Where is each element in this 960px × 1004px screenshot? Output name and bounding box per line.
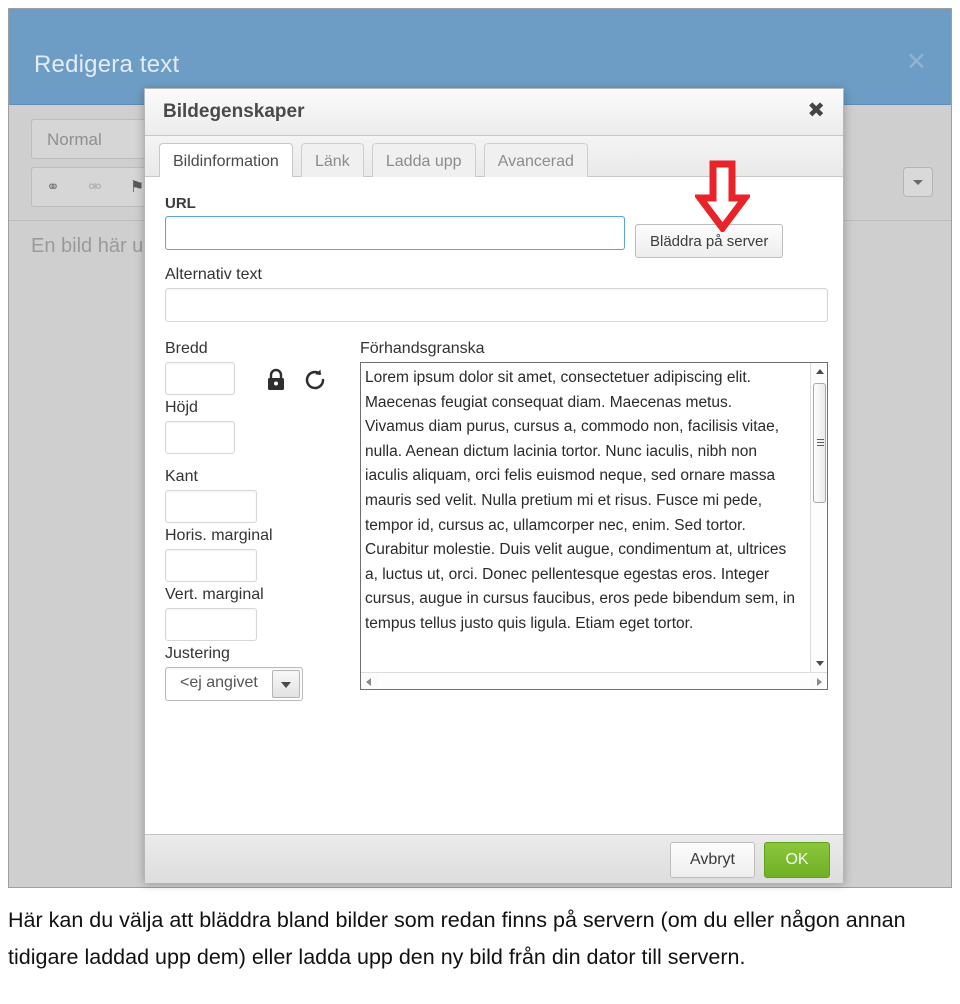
width-input[interactable] bbox=[165, 362, 235, 395]
align-dropdown-button[interactable] bbox=[272, 670, 300, 698]
lock-closed-icon[interactable] bbox=[265, 368, 287, 392]
border-label: Kant bbox=[165, 468, 198, 485]
chevron-down-icon bbox=[913, 180, 923, 185]
align-label: Justering bbox=[165, 645, 230, 662]
vspace-input[interactable] bbox=[165, 608, 257, 641]
preview-label: Förhandsgranska bbox=[360, 340, 485, 357]
tab-ladda-upp[interactable]: Ladda upp bbox=[371, 143, 476, 178]
url-input[interactable] bbox=[165, 216, 625, 250]
close-icon[interactable]: ✕ bbox=[906, 49, 927, 74]
scroll-left-button[interactable] bbox=[361, 673, 378, 689]
tab-bildinformation[interactable]: Bildinformation bbox=[159, 143, 293, 179]
align-select-value: <ej angivet bbox=[180, 674, 258, 691]
dialog-footer: Avbryt OK bbox=[145, 834, 843, 883]
red-down-arrow bbox=[695, 160, 750, 232]
alt-text-label: Alternativ text bbox=[165, 266, 262, 283]
scrollbar-grip-icon bbox=[817, 439, 824, 447]
unlink-icon[interactable]: ⚮ bbox=[74, 177, 116, 197]
alt-text-input[interactable] bbox=[165, 288, 828, 322]
dialog-title: Bildegenskaper bbox=[163, 101, 305, 122]
reset-refresh-icon[interactable] bbox=[303, 368, 327, 392]
ok-button[interactable]: OK bbox=[764, 842, 830, 878]
scrollbar-thumb[interactable] bbox=[813, 383, 826, 503]
preview-box: Lorem ipsum dolor sit amet, consectetuer… bbox=[360, 362, 828, 690]
preview-vertical-scrollbar[interactable] bbox=[810, 363, 827, 672]
background-modal-title: Redigera text bbox=[34, 51, 180, 78]
triangle-up-icon bbox=[815, 369, 824, 374]
scroll-right-button[interactable] bbox=[810, 673, 827, 689]
editor-content-text[interactable]: En bild här u bbox=[31, 235, 143, 258]
align-select[interactable]: <ej angivet bbox=[165, 667, 303, 701]
triangle-left-icon bbox=[366, 677, 371, 686]
vspace-label: Vert. marginal bbox=[165, 586, 264, 603]
tab-lank[interactable]: Länk bbox=[301, 143, 364, 178]
triangle-down-icon bbox=[815, 661, 824, 666]
scroll-up-button[interactable] bbox=[811, 363, 827, 380]
preview-text: Lorem ipsum dolor sit amet, consectetuer… bbox=[365, 369, 795, 632]
preview-column: Förhandsgranska Lorem ipsum dolor sit am… bbox=[360, 340, 828, 690]
link-icon[interactable]: ⚭ bbox=[32, 177, 74, 197]
preview-horizontal-scrollbar[interactable] bbox=[361, 672, 827, 689]
caption-text: Här kan du välja att bläddra bland bilde… bbox=[8, 908, 906, 969]
paragraph-format-value: Normal bbox=[47, 130, 102, 149]
ratio-controls bbox=[265, 368, 327, 392]
triangle-right-icon bbox=[817, 677, 822, 686]
border-input[interactable] bbox=[165, 490, 257, 523]
cancel-button[interactable]: Avbryt bbox=[669, 842, 755, 878]
dialog-titlebar[interactable]: Bildegenskaper ✖ bbox=[145, 89, 843, 136]
height-input[interactable] bbox=[165, 421, 235, 454]
hspace-label: Horis. marginal bbox=[165, 527, 273, 544]
height-label: Höjd bbox=[165, 399, 198, 416]
scroll-down-button[interactable] bbox=[811, 655, 827, 672]
dimensions-column: Bredd Höjd Kant Horis. marginal Vert. ma… bbox=[165, 340, 365, 701]
chevron-down-icon bbox=[281, 682, 291, 688]
tab-avancerad[interactable]: Avancerad bbox=[483, 143, 588, 178]
collapse-toolbar-button[interactable] bbox=[903, 167, 933, 197]
width-label: Bredd bbox=[165, 340, 208, 357]
hspace-input[interactable] bbox=[165, 549, 257, 582]
close-icon[interactable]: ✖ bbox=[807, 100, 825, 121]
dialog-body: URL Bläddra på server Alternativ text Br… bbox=[145, 177, 843, 834]
